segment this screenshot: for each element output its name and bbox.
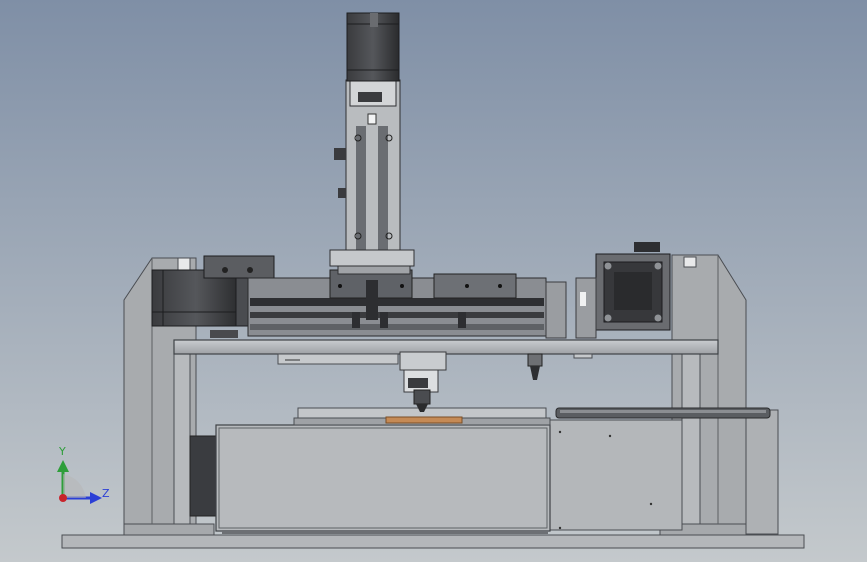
right-frame-upright — [671, 254, 747, 525]
x-axis-linear-module — [247, 269, 567, 339]
lower-enclosure-box — [189, 424, 551, 534]
triad-y-label: Y — [58, 445, 66, 458]
triad-x-axis-dot — [59, 494, 67, 502]
cad-viewport[interactable]: Y Z — [0, 0, 867, 562]
triad-z-label: Z — [102, 487, 110, 500]
cad-model-view[interactable]: Y Z — [0, 0, 867, 562]
z-axis-motor — [346, 12, 400, 82]
right-lower-rail — [555, 407, 771, 419]
